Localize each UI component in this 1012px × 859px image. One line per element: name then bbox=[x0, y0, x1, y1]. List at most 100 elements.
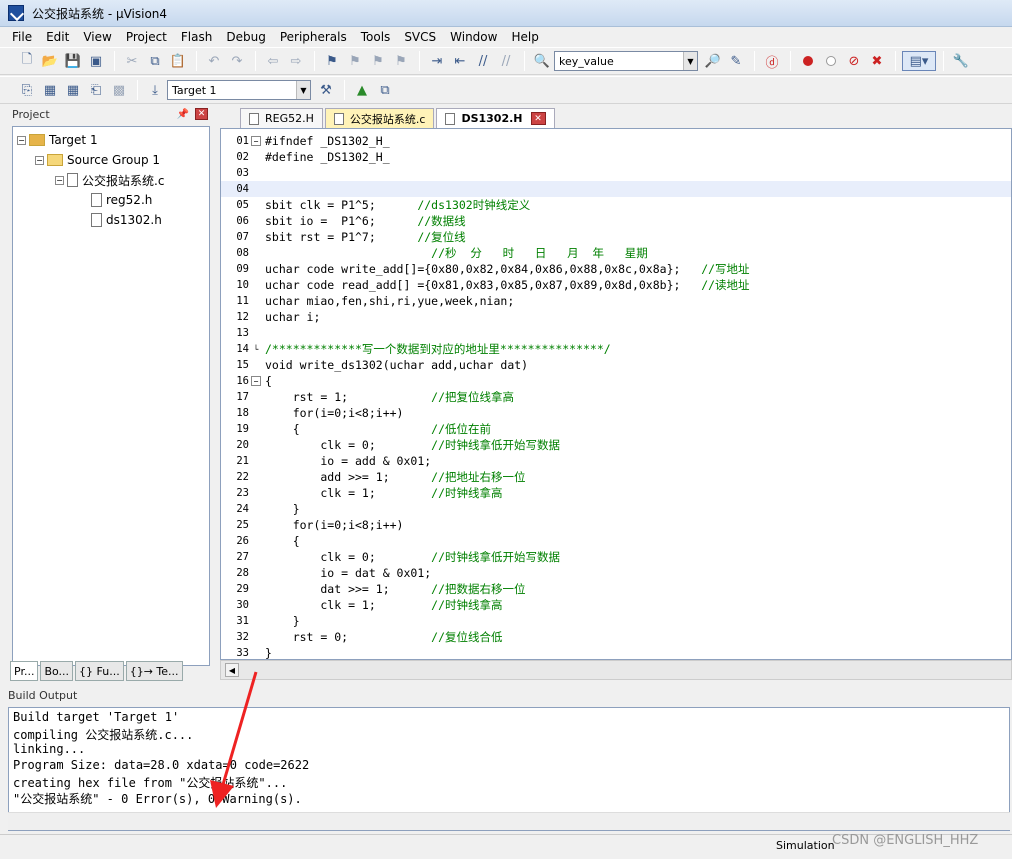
save-all-icon[interactable]: ▣ bbox=[85, 51, 107, 71]
code-line[interactable]: 28 io = dat & 0x01; bbox=[221, 565, 1011, 581]
code-line[interactable]: 23 clk = 1; //时钟线拿高 bbox=[221, 485, 1011, 501]
bookmark-icon[interactable]: ⚑ bbox=[321, 51, 343, 71]
find-in-files-icon[interactable]: 🔍 bbox=[531, 51, 553, 71]
build-icon[interactable]: ▦ bbox=[39, 80, 61, 100]
code-line[interactable]: 32 rst = 0; //复位线合低 bbox=[221, 629, 1011, 645]
tree-item-reg52[interactable]: reg52.h bbox=[91, 191, 152, 209]
tab-main-c[interactable]: 公交报站系统.c bbox=[324, 108, 435, 128]
menu-file[interactable]: File bbox=[12, 30, 32, 44]
code-line[interactable]: 18 for(i=0;i<8;i++) bbox=[221, 405, 1011, 421]
find-combo[interactable]: key_value ▼ bbox=[554, 51, 698, 71]
select-packs-icon[interactable]: ⧉ bbox=[374, 80, 396, 100]
tree-item-main-c[interactable]: − 公交报站系统.c bbox=[55, 171, 164, 189]
code-line[interactable]: 05 sbit clk = P1^5; //ds1302时钟线定义 bbox=[221, 197, 1011, 213]
fold-marker-icon[interactable]: − bbox=[251, 136, 261, 146]
code-line[interactable]: 02 #define _DS1302_H_ bbox=[221, 149, 1011, 165]
tab-templates[interactable]: {}→ Te... bbox=[125, 661, 183, 681]
code-line[interactable]: 16−{ bbox=[221, 373, 1011, 389]
code-line[interactable]: 04 bbox=[221, 181, 1011, 197]
indent-icon[interactable]: ⇥ bbox=[426, 51, 448, 71]
code-line[interactable]: 01− #ifndef _DS1302_H_ bbox=[221, 133, 1011, 149]
nav-back-icon[interactable]: ⇦ bbox=[262, 51, 284, 71]
incremental-find-icon[interactable]: ✎ bbox=[725, 51, 747, 71]
code-line[interactable]: 30 clk = 1; //时钟线拿高 bbox=[221, 597, 1011, 613]
copy-icon[interactable]: ⧉ bbox=[144, 51, 166, 71]
code-line[interactable]: 11 uchar miao,fen,shi,ri,yue,week,nian; bbox=[221, 293, 1011, 309]
close-tab-icon[interactable]: ✕ bbox=[530, 112, 546, 125]
target-combo[interactable]: Target 1 ▼ bbox=[167, 80, 311, 100]
menu-window[interactable]: Window bbox=[450, 30, 497, 44]
tab-reg52[interactable]: REG52.H bbox=[240, 108, 323, 128]
code-line[interactable]: 03 bbox=[221, 165, 1011, 181]
comment-icon[interactable]: // bbox=[472, 51, 494, 71]
undo-icon[interactable]: ↶ bbox=[203, 51, 225, 71]
new-file-icon[interactable]: 🗋 bbox=[16, 51, 38, 71]
unindent-icon[interactable]: ⇤ bbox=[449, 51, 471, 71]
menu-peripherals[interactable]: Peripherals bbox=[280, 30, 347, 44]
target-options-icon[interactable]: ⚒ bbox=[315, 80, 337, 100]
collapse-icon[interactable]: − bbox=[35, 155, 44, 165]
code-line[interactable]: 07 sbit rst = P1^7; //复位线 bbox=[221, 229, 1011, 245]
scroll-left-icon[interactable]: ◀ bbox=[225, 663, 239, 677]
chevron-down-icon[interactable]: ▼ bbox=[683, 52, 697, 70]
collapse-icon[interactable]: − bbox=[17, 135, 26, 145]
debug-session-icon[interactable]: ⓓ bbox=[761, 51, 783, 71]
close-icon[interactable]: ✕ bbox=[195, 108, 208, 120]
code-line[interactable]: 27 clk = 0; //时钟线拿低开始写数据 bbox=[221, 549, 1011, 565]
code-line[interactable]: 22 add >>= 1; //把地址右移一位 bbox=[221, 469, 1011, 485]
build-output-scrollbar[interactable] bbox=[8, 812, 1010, 830]
code-line[interactable]: 24 } bbox=[221, 501, 1011, 517]
chevron-down-icon[interactable]: ▼ bbox=[296, 81, 310, 99]
disable-breakpoints-icon[interactable]: ⊘ bbox=[843, 51, 865, 71]
nav-forward-icon[interactable]: ⇨ bbox=[285, 51, 307, 71]
tree-item-source-group[interactable]: − Source Group 1 bbox=[35, 151, 160, 169]
code-editor[interactable]: 01− #ifndef _DS1302_H_ 02 #define _DS1302_H… bbox=[220, 128, 1012, 660]
window-layout-icon[interactable]: ▤▾ bbox=[902, 51, 936, 71]
code-line[interactable]: 06 sbit io = P1^6; //数据线 bbox=[221, 213, 1011, 229]
code-line[interactable]: 21 io = add & 0x01; bbox=[221, 453, 1011, 469]
fold-marker-icon[interactable]: − bbox=[251, 376, 261, 386]
tab-books[interactable]: Bo... bbox=[40, 661, 74, 681]
tab-project[interactable]: Pr... bbox=[10, 661, 39, 681]
tab-functions[interactable]: {} Fu... bbox=[75, 661, 124, 681]
menu-edit[interactable]: Edit bbox=[46, 30, 69, 44]
batch-build-icon[interactable]: ⎗ bbox=[85, 80, 107, 100]
code-line[interactable]: 26 { bbox=[221, 533, 1011, 549]
collapse-icon[interactable]: − bbox=[55, 175, 64, 185]
code-line[interactable]: 33} bbox=[221, 645, 1011, 659]
redo-icon[interactable]: ↷ bbox=[226, 51, 248, 71]
prev-bookmark-icon[interactable]: ⚑ bbox=[344, 51, 366, 71]
menu-tools[interactable]: Tools bbox=[361, 30, 391, 44]
pin-icon[interactable]: 📌 bbox=[177, 109, 189, 120]
translate-icon[interactable]: ⎘ bbox=[16, 80, 38, 100]
code-line[interactable]: 25 for(i=0;i<8;i++) bbox=[221, 517, 1011, 533]
code-line[interactable]: 29 dat >>= 1; //把数据右移一位 bbox=[221, 581, 1011, 597]
find-icon[interactable]: 🔎 bbox=[702, 51, 724, 71]
code-line[interactable]: 08 //秒 分 时 日 月 年 星期 bbox=[221, 245, 1011, 261]
rebuild-icon[interactable]: ▦ bbox=[62, 80, 84, 100]
open-file-icon[interactable]: 📂 bbox=[39, 51, 61, 71]
uncomment-icon[interactable]: // bbox=[495, 51, 517, 71]
code-line[interactable]: 15 void write_ds1302(uchar add,uchar dat) bbox=[221, 357, 1011, 373]
menu-flash[interactable]: Flash bbox=[181, 30, 212, 44]
kill-breakpoints-icon[interactable]: ✖ bbox=[866, 51, 888, 71]
code-line[interactable]: 12 uchar i; bbox=[221, 309, 1011, 325]
paste-icon[interactable]: 📋 bbox=[167, 51, 189, 71]
horizontal-scrollbar[interactable]: ◀ bbox=[220, 660, 1012, 680]
tree-item-ds1302[interactable]: ds1302.h bbox=[91, 211, 162, 229]
cut-icon[interactable]: ✂ bbox=[121, 51, 143, 71]
menu-project[interactable]: Project bbox=[126, 30, 167, 44]
configure-icon[interactable]: 🔧 bbox=[950, 51, 972, 71]
tree-item-target[interactable]: − Target 1 bbox=[17, 131, 98, 149]
tab-ds1302[interactable]: DS1302.H ✕ bbox=[436, 108, 555, 128]
menu-view[interactable]: View bbox=[83, 30, 111, 44]
code-line[interactable]: 09 uchar code write_add[]={0x80,0x82,0x84… bbox=[221, 261, 1011, 277]
code-line[interactable]: 10 uchar code read_add[] ={0x81,0x83,0x85… bbox=[221, 277, 1011, 293]
next-bookmark-icon[interactable]: ⚑ bbox=[367, 51, 389, 71]
code-line[interactable]: 31 } bbox=[221, 613, 1011, 629]
code-line[interactable]: 20 clk = 0; //时钟线拿低开始写数据 bbox=[221, 437, 1011, 453]
stop-build-icon[interactable]: ▩ bbox=[108, 80, 130, 100]
menu-svcs[interactable]: SVCS bbox=[404, 30, 436, 44]
code-line[interactable]: 13 bbox=[221, 325, 1011, 341]
download-icon[interactable]: ⤓ bbox=[144, 80, 166, 100]
